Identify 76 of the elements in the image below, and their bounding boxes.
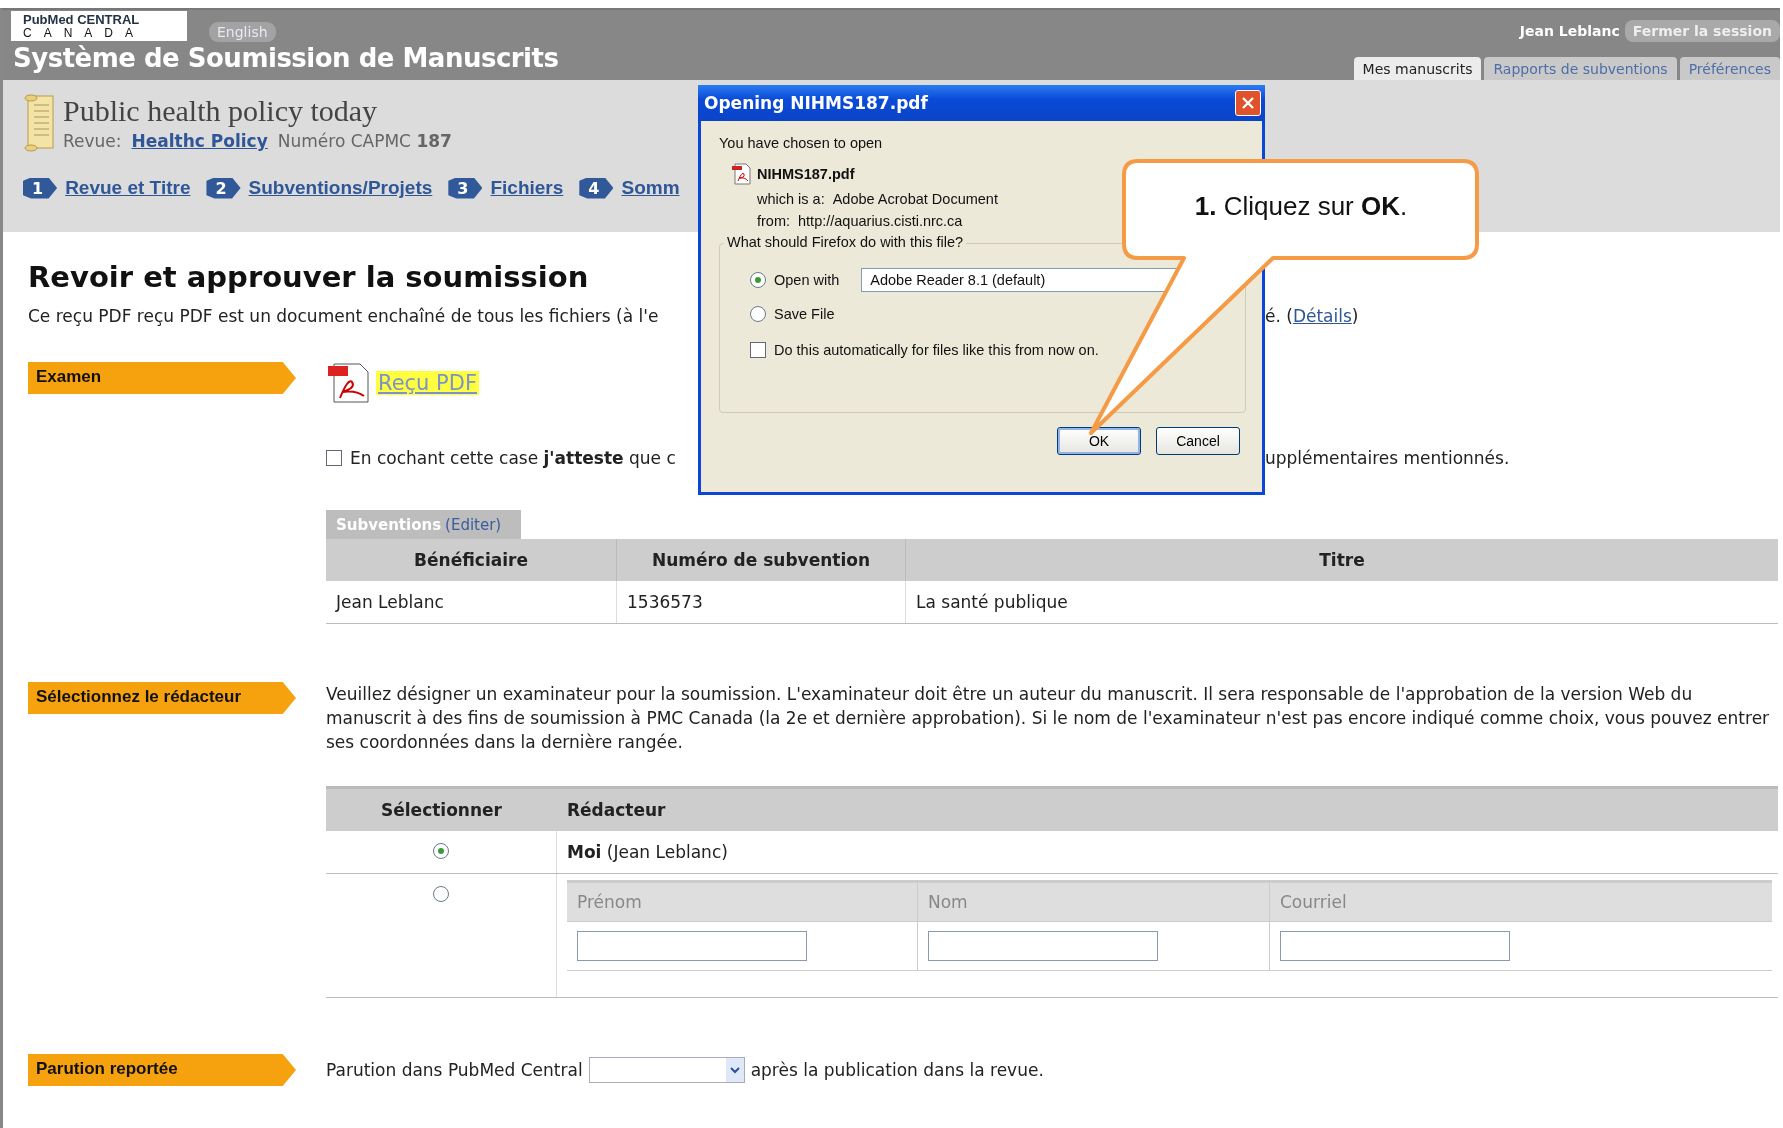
- ok-button[interactable]: OK: [1057, 427, 1141, 455]
- type-label: which is a:: [757, 191, 825, 207]
- table-cell: 1536573: [617, 581, 906, 623]
- editor-name: Moi (Jean Leblanc): [567, 842, 728, 862]
- attest-checkbox[interactable]: [326, 450, 342, 466]
- intro-text: Ce reçu PDF reçu PDF est un document enchaîné de tous les fichiers (à l'e: [28, 306, 660, 326]
- step-link[interactable]: Revue et Titre: [65, 177, 191, 199]
- input-field[interactable]: [577, 931, 807, 961]
- group-legend: What should Firefox do with this file?: [724, 234, 967, 250]
- site-title: Système de Soumission de Manuscrits: [12, 42, 559, 74]
- nav-tab[interactable]: Rapports de subventions: [1484, 57, 1677, 80]
- section-arrow-label: Sélectionnez le rédacteur: [28, 682, 296, 714]
- pdf-file-icon: [731, 163, 751, 185]
- table-cell: Jean Leblanc: [326, 581, 617, 623]
- edit-link[interactable]: (Editer): [445, 516, 502, 534]
- file-name: NIHMS187.pdf: [757, 166, 855, 182]
- radio-button[interactable]: [433, 843, 449, 859]
- step-number-badge: 3: [448, 177, 483, 199]
- step-number-badge: 4: [579, 177, 614, 199]
- cancel-button[interactable]: Cancel: [1156, 427, 1240, 455]
- chevron-down-icon: [729, 1066, 740, 1074]
- deferral-text: Parution dans PubMed Central: [326, 1060, 583, 1080]
- grants-title: Subventions: [336, 516, 442, 534]
- step-link[interactable]: Somm: [621, 177, 680, 199]
- file-type: Adobe Acrobat Document: [832, 191, 998, 207]
- journal-link[interactable]: Healthc Policy: [131, 131, 268, 151]
- user-name: Jean Leblanc: [1519, 23, 1620, 39]
- radio-button[interactable]: [750, 306, 766, 322]
- closing-parenthesis: ): [1351, 306, 1359, 326]
- column-header: Nom: [918, 883, 1270, 921]
- option-label: Save File: [774, 306, 835, 322]
- source-url: http://aquarius.cisti.nrc.ca: [798, 213, 963, 229]
- step-link[interactable]: Subventions/Projets: [248, 177, 433, 199]
- journal-title: Public health policy today: [63, 93, 379, 129]
- source-label: from:: [757, 213, 791, 229]
- step-link[interactable]: Fichiers: [490, 177, 564, 199]
- instructions-text: Veuillez désigner un examinateur pour la soumission. L'examinateur doit être un auteur du manuscrit. Il sera responsable de l'approbation de la version Web du manuscrit à des fins de soumission à PMC Canada (la 2e et dernière approbation). Si le nom de l'examinateur n'est pas encore indiqué comme choix, vous pouvez entrer ses coordonnées dans la dernière rangée.: [326, 683, 1771, 754]
- column-header: Bénéficiaire: [326, 539, 617, 581]
- table-cell-text: La santé publique: [915, 591, 1069, 614]
- delay-dropdown[interactable]: [588, 1057, 745, 1083]
- close-button[interactable]: [1235, 90, 1261, 116]
- deferral-text-end: après la publication dans la revue.: [750, 1060, 1044, 1080]
- dialog-intro: You have chosen to open: [719, 135, 884, 151]
- scroll-icon: [23, 93, 57, 153]
- input-field[interactable]: [928, 931, 1158, 961]
- dialog-title: Opening NIHMS187.pdf: [704, 93, 928, 113]
- nav-tab[interactable]: Mes manuscrits: [1353, 57, 1482, 80]
- column-header: Sélectionner: [380, 799, 503, 822]
- radio-button[interactable]: [433, 886, 449, 902]
- column-header: Prénom: [567, 883, 918, 921]
- step-number-badge: 1: [23, 177, 58, 199]
- logo: PubMed CENTRAL CANADA: [11, 11, 187, 41]
- column-header: Numéro de subvention: [617, 539, 906, 581]
- nav-tab[interactable]: Préférences: [1679, 57, 1780, 80]
- option-label: Open with: [774, 272, 840, 288]
- auto-checkbox[interactable]: [750, 342, 766, 358]
- radio-button[interactable]: [750, 272, 766, 288]
- revue-label: Revue:: [63, 131, 122, 151]
- pdf-file-icon: [326, 362, 370, 404]
- manuscript-number: Numéro CAPMC 187: [277, 131, 452, 151]
- column-header: Courriel: [1279, 891, 1348, 914]
- details-link[interactable]: Détails: [1292, 306, 1352, 326]
- step-number-badge: 2: [206, 177, 241, 199]
- close-icon: [1241, 96, 1255, 110]
- checkbox-label: Do this automatically for files like this from now on.: [774, 342, 1099, 358]
- column-header: Titre: [1318, 549, 1366, 572]
- intro-text-end: é. (: [1265, 306, 1293, 326]
- attest-text: En cochant cette case j'atteste que c: [350, 448, 676, 468]
- input-field[interactable]: [1280, 931, 1510, 961]
- section-arrow-label: Parution reportée: [28, 1054, 296, 1086]
- section-arrow-label: Examen: [28, 362, 296, 394]
- page-heading: Revoir et approuver la soumission: [28, 260, 589, 294]
- pdf-receipt-link[interactable]: Reçu PDF: [376, 371, 479, 395]
- callout-text: 1. Cliquez sur OK.: [1193, 190, 1409, 223]
- attest-text-end: upplémentaires mentionnés.: [1265, 448, 1511, 468]
- column-header: Rédacteur: [566, 799, 667, 822]
